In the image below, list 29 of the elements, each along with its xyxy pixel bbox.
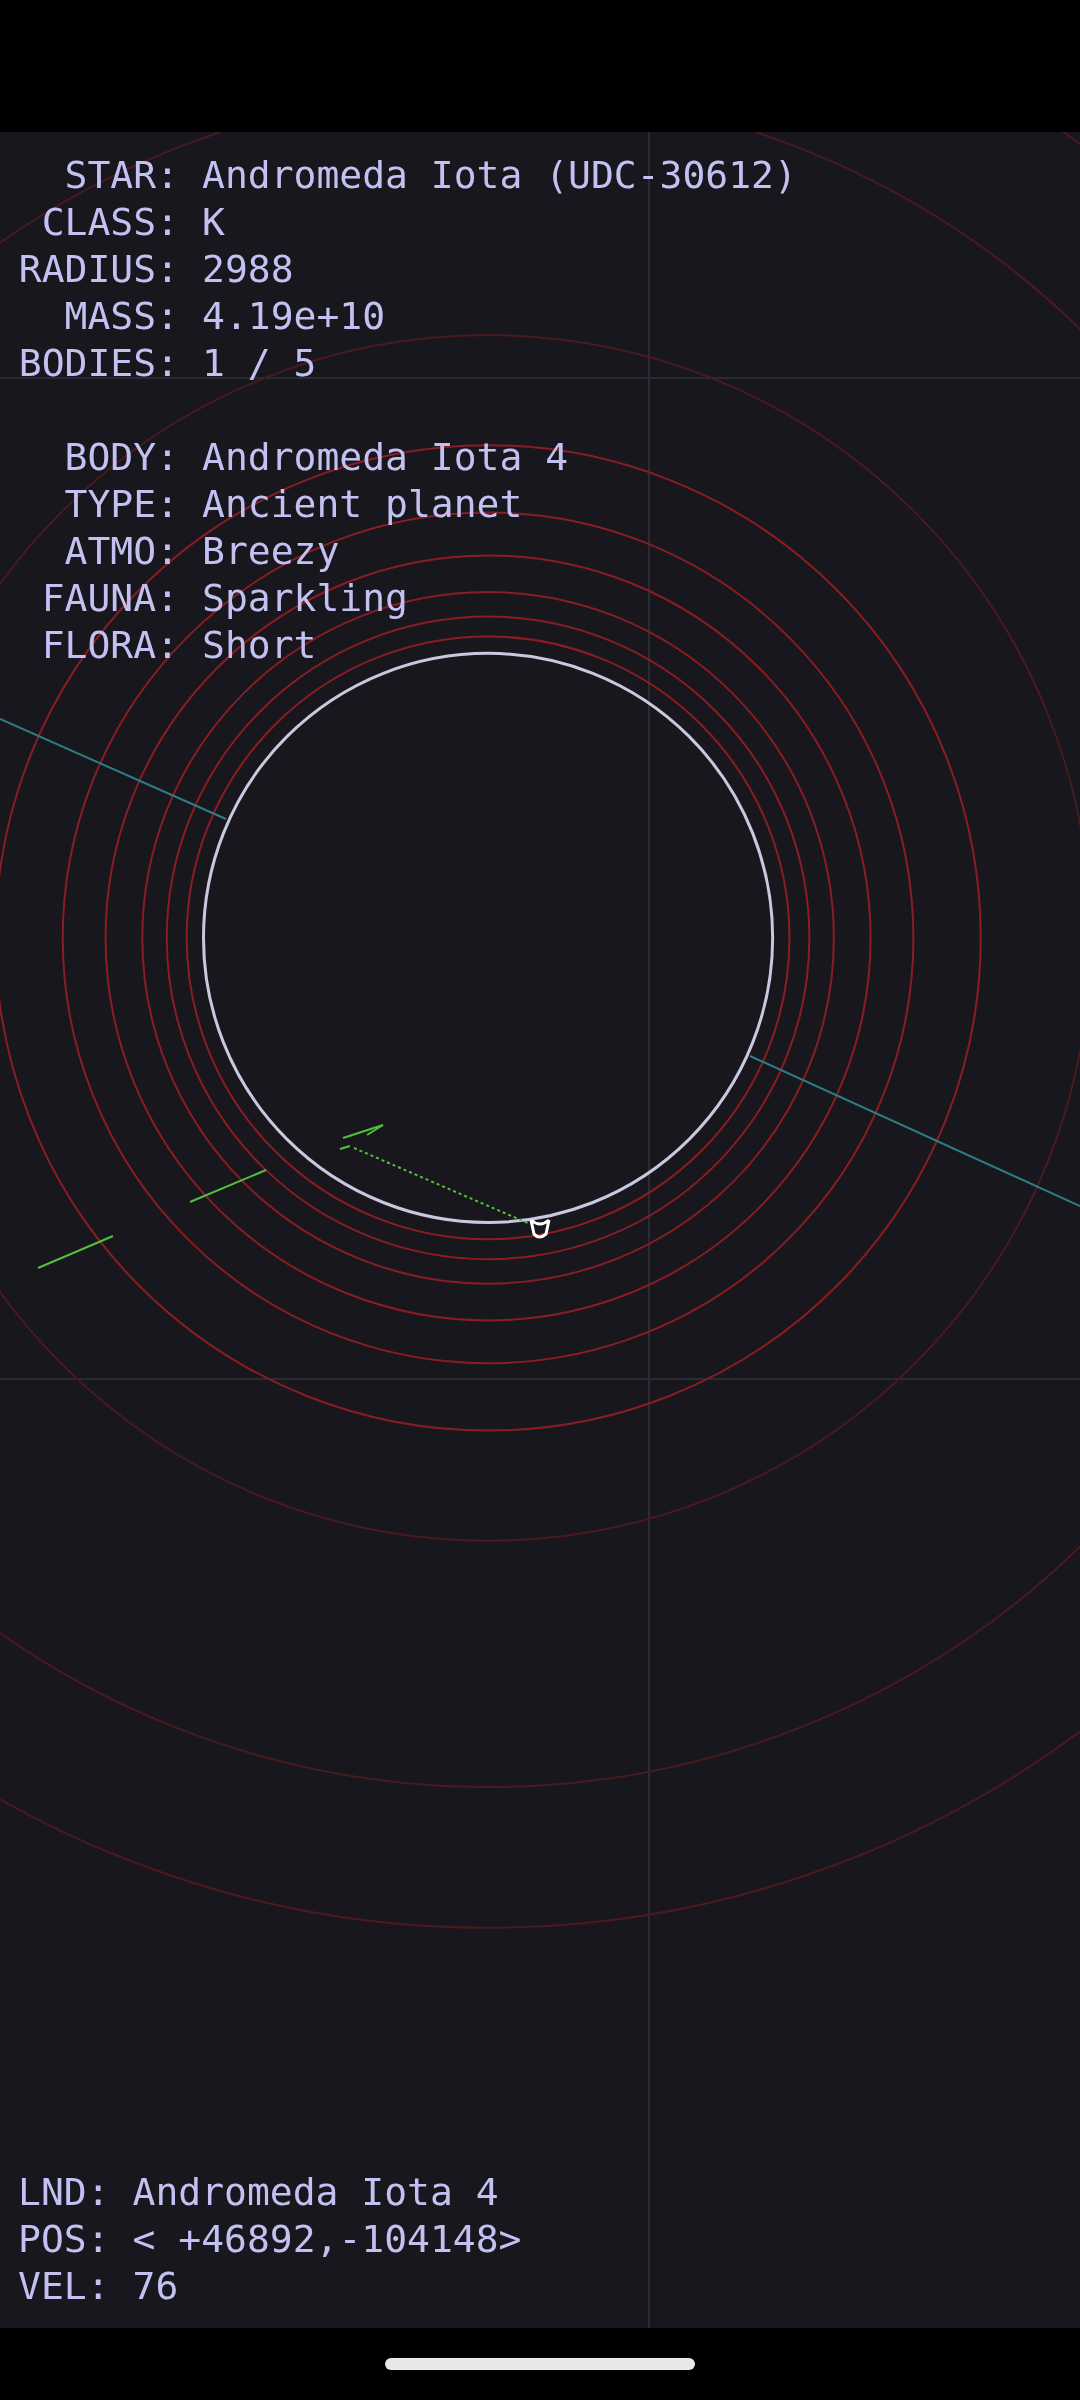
field-label: VEL: (18, 2263, 110, 2310)
field-label: STAR: (63, 152, 179, 199)
field-value: Andromeda Iota 4 (132, 2169, 499, 2216)
field-label: ATMO: (63, 528, 179, 575)
field-label: TYPE: (63, 481, 179, 528)
field-label: CLASS: (40, 199, 179, 246)
field-label: BODIES: (18, 340, 179, 387)
field-value: Andromeda Iota (UDC-30612) (202, 152, 797, 199)
field-label: POS: (18, 2216, 110, 2263)
velocity-marker (339, 1124, 384, 1150)
field-value: Short (202, 622, 317, 669)
field-value: Ancient planet (202, 481, 523, 528)
field-value: 2988 (202, 246, 294, 293)
ship-icon (529, 1218, 551, 1239)
field-value: < +46892,-104148> (132, 2216, 522, 2263)
field-value: 76 (132, 2263, 179, 2310)
field-value: Sparkling (202, 575, 408, 622)
field-label: RADIUS: (18, 246, 179, 293)
field-label: BODY: (63, 434, 179, 481)
field-value: Andromeda Iota 4 (202, 434, 569, 481)
field-label: FAUNA: (40, 575, 179, 622)
field-value: Breezy (202, 528, 340, 575)
field-label: MASS: (63, 293, 179, 340)
field-value: 4.19e+10 (202, 293, 386, 340)
home-indicator[interactable] (385, 2358, 695, 2370)
field-value: 1 / 5 (202, 340, 317, 387)
field-label: LND: (18, 2169, 110, 2216)
field-label: FLORA: (40, 622, 179, 669)
field-value: K (202, 199, 225, 246)
